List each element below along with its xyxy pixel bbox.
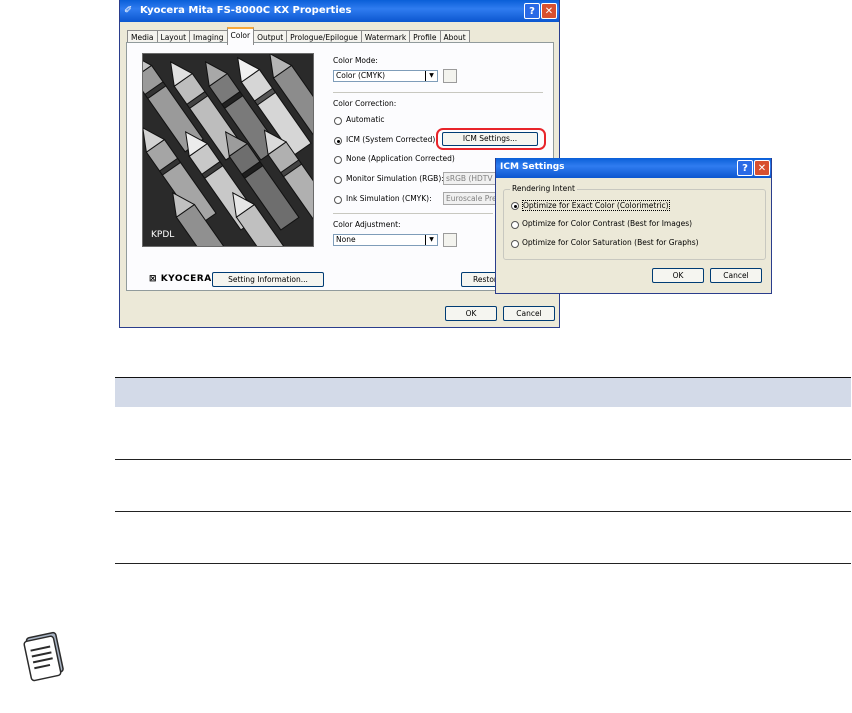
icm-window-title: ICM Settings bbox=[500, 162, 565, 172]
preview-pdl-label: KPDL bbox=[151, 230, 175, 240]
crayons-picture bbox=[143, 54, 313, 246]
title-bar: ✐ Kyocera Mita FS-8000C KX Properties ? … bbox=[120, 0, 559, 22]
color-adjustment-select[interactable]: None ▼ bbox=[333, 234, 438, 246]
divider bbox=[333, 92, 543, 93]
radio-color-contrast[interactable] bbox=[511, 221, 519, 229]
kyocera-logo: ⊠ KYOCERA bbox=[149, 274, 212, 284]
radio-monitor-simulation-label[interactable]: Monitor Simulation (RGB): bbox=[346, 174, 444, 183]
radio-icm-label[interactable]: ICM (System Corrected) bbox=[346, 135, 435, 144]
color-preview-image: KPDL bbox=[142, 53, 314, 247]
properties-dialog: ✐ Kyocera Mita FS-8000C KX Properties ? … bbox=[119, 0, 560, 328]
color-tab-panel: KPDL Color Mode: Color (CMYK) ▼ Color Co… bbox=[126, 42, 554, 291]
color-mode-select[interactable]: Color (CMYK) ▼ bbox=[333, 70, 438, 82]
color-mode-settings-button[interactable] bbox=[443, 69, 457, 83]
table-row-divider bbox=[115, 459, 851, 460]
radio-exact-color-label[interactable]: Optimize for Exact Color (Colorimetric) bbox=[522, 200, 670, 211]
chevron-down-icon: ▼ bbox=[425, 71, 437, 81]
color-correction-label: Color Correction: bbox=[333, 99, 397, 108]
printer-icon: ✐ bbox=[124, 5, 133, 16]
kyocera-logo-mark-icon: ⊠ bbox=[149, 274, 158, 284]
icm-settings-dialog: ICM Settings ? ✕ Rendering Intent Optimi… bbox=[495, 158, 772, 294]
radio-color-saturation[interactable] bbox=[511, 240, 519, 248]
setting-information-button[interactable]: Setting Information... bbox=[212, 272, 324, 287]
icm-ok-button[interactable]: OK bbox=[652, 268, 704, 283]
close-button[interactable]: ✕ bbox=[541, 3, 557, 19]
color-adjustment-label: Color Adjustment: bbox=[333, 220, 401, 229]
table-header bbox=[115, 377, 851, 407]
radio-color-saturation-label[interactable]: Optimize for Color Saturation (Best for … bbox=[522, 238, 699, 247]
radio-automatic[interactable] bbox=[334, 117, 342, 125]
table-row-divider bbox=[115, 563, 851, 564]
help-button[interactable]: ? bbox=[524, 3, 540, 19]
color-mode-label: Color Mode: bbox=[333, 56, 378, 65]
icm-title-bar: ICM Settings ? ✕ bbox=[496, 158, 771, 178]
kyocera-logo-text: KYOCERA bbox=[160, 274, 212, 284]
icm-cancel-button[interactable]: Cancel bbox=[710, 268, 762, 283]
ink-profile-field[interactable]: Euroscale Pre bbox=[443, 192, 503, 205]
color-adjustment-value: None bbox=[336, 235, 356, 244]
radio-exact-color[interactable] bbox=[511, 202, 519, 210]
color-adjustment-settings-button[interactable] bbox=[443, 233, 457, 247]
icm-close-button[interactable]: ✕ bbox=[754, 160, 770, 176]
highlight-ring bbox=[436, 128, 546, 150]
window-title: Kyocera Mita FS-8000C KX Properties bbox=[140, 5, 352, 16]
radio-color-contrast-label[interactable]: Optimize for Color Contrast (Best for Im… bbox=[522, 219, 692, 228]
rendering-intent-title: Rendering Intent bbox=[510, 184, 577, 193]
radio-icm[interactable] bbox=[334, 137, 342, 145]
divider bbox=[333, 213, 493, 214]
tab-strip: Media Layout Imaging Color Output Prologue/Ep… bbox=[127, 27, 470, 45]
note-memo-icon bbox=[23, 631, 64, 682]
radio-none[interactable] bbox=[334, 156, 342, 164]
tab-color[interactable]: Color bbox=[226, 27, 255, 45]
radio-ink-simulation[interactable] bbox=[334, 196, 342, 204]
radio-ink-simulation-label[interactable]: Ink Simulation (CMYK): bbox=[346, 194, 432, 203]
color-mode-value: Color (CMYK) bbox=[336, 71, 386, 80]
rendering-intent-group: Rendering Intent Optimize for Exact Colo… bbox=[503, 184, 766, 260]
icm-help-button[interactable]: ? bbox=[737, 160, 753, 176]
ok-button[interactable]: OK bbox=[445, 306, 497, 321]
radio-none-label[interactable]: None (Application Corrected) bbox=[346, 154, 455, 163]
table-row-divider bbox=[115, 511, 851, 512]
radio-monitor-simulation[interactable] bbox=[334, 176, 342, 184]
monitor-profile-field[interactable]: sRGB (HDTV bbox=[443, 172, 503, 185]
cancel-button[interactable]: Cancel bbox=[503, 306, 555, 321]
chevron-down-icon: ▼ bbox=[425, 235, 437, 245]
radio-automatic-label[interactable]: Automatic bbox=[346, 115, 384, 124]
